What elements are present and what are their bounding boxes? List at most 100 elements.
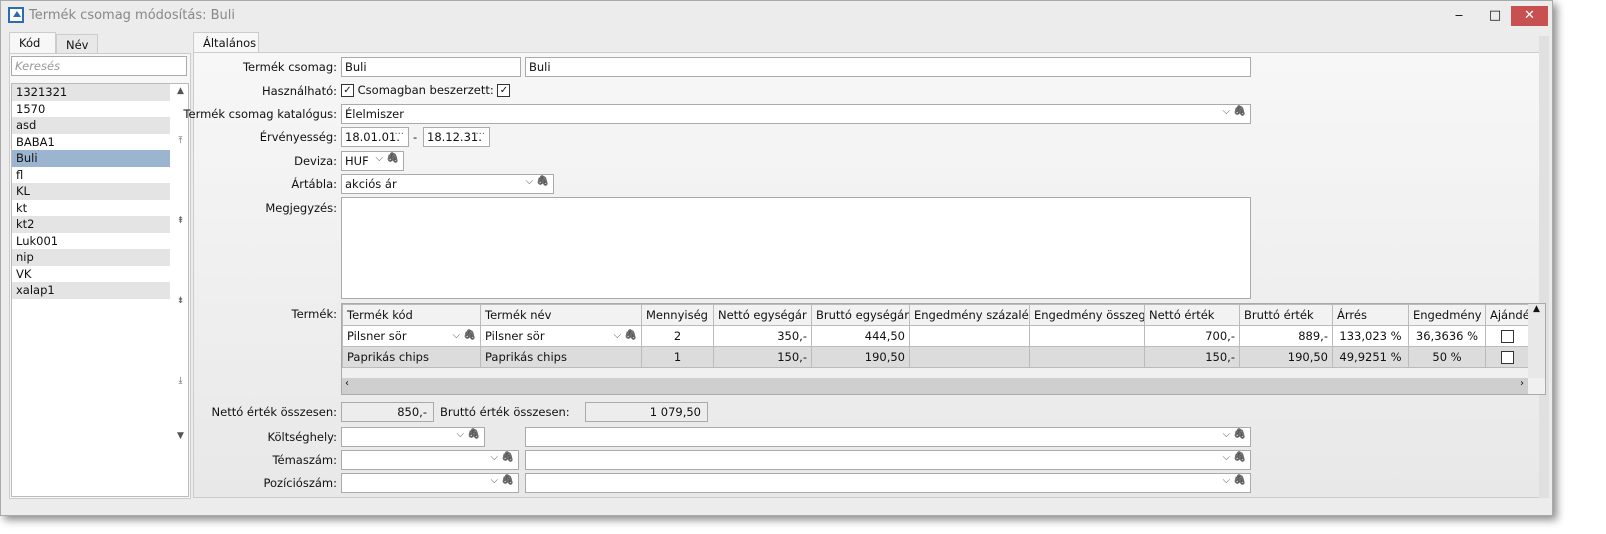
cell-code[interactable]: Pilsner sör ⌵ 🖇 [342, 325, 481, 347]
column-header[interactable]: Mennyiség [641, 304, 714, 326]
chevron-down-icon[interactable]: ⌵ 🖇 [614, 330, 637, 341]
cell-discount[interactable]: 36,3636 % [1408, 325, 1486, 347]
column-header[interactable]: Ajándék [1485, 304, 1530, 326]
cell-disc_pct[interactable] [909, 325, 1030, 347]
column-header[interactable]: Termék név [480, 304, 642, 326]
cell-gross_unit[interactable]: 444,50 [811, 325, 910, 347]
cell-gift[interactable] [1485, 346, 1530, 368]
note-textarea[interactable] [341, 197, 1251, 299]
cell-disc_amt[interactable] [1029, 346, 1145, 368]
scroll-bottom-icon[interactable]: ⇟ [172, 296, 189, 306]
gift-checkbox[interactable] [1501, 351, 1514, 364]
cell-net[interactable]: 150,- [1144, 346, 1240, 368]
chevron-down-icon[interactable]: ⌵ 🖇 [1223, 452, 1246, 463]
tab-altalanos[interactable]: Általános [193, 32, 259, 54]
cell-gross[interactable]: 190,50 [1239, 346, 1333, 368]
cell-disc_pct[interactable] [909, 346, 1030, 368]
list-item[interactable]: xalap1 [12, 282, 170, 299]
column-header[interactable]: Bruttó érték [1239, 304, 1333, 326]
cell-margin[interactable]: 133,023 % [1332, 325, 1409, 347]
cost-center-select[interactable]: ⌵ 🖇 [341, 427, 485, 447]
chevron-down-icon[interactable]: ⌵ 🖇 [1223, 106, 1246, 117]
ellipsis-icon[interactable]: ··· [394, 129, 404, 140]
list-item[interactable]: VK [12, 266, 170, 283]
cell-qty[interactable]: 2 [641, 325, 714, 347]
cell-net_unit[interactable]: 150,- [713, 346, 812, 368]
page-down-icon[interactable]: ⤓ [172, 376, 189, 386]
cell-value: 1 [673, 350, 682, 364]
chevron-down-icon[interactable]: ⌵ 🖇 [376, 153, 399, 164]
topic-select[interactable]: ⌵ 🖇 [341, 450, 519, 470]
attachment-icon: 🖇 [1233, 475, 1246, 486]
cell-name[interactable]: Paprikás chips [480, 346, 642, 368]
chevron-down-icon[interactable]: ⌵ 🖇 [491, 475, 514, 486]
panel-scrollbar[interactable] [1539, 36, 1549, 498]
grid-vscroll[interactable]: ▲ [1528, 304, 1545, 378]
cell-value: 444,50 [864, 329, 905, 343]
currency-select[interactable]: HUF ⌵ 🖇 [341, 151, 404, 171]
column-header[interactable]: Engedmény összeg [1029, 304, 1145, 326]
usable-checkbox[interactable]: ✓ [341, 84, 354, 97]
list-item[interactable]: Luk001 [12, 233, 170, 250]
tab-kod[interactable]: Kód [9, 32, 56, 54]
ellipsis-icon[interactable]: ··· [475, 129, 485, 140]
cell-gross_unit[interactable]: 190,50 [811, 346, 910, 368]
maximize-button[interactable]: □ [1477, 6, 1513, 26]
cell-gift[interactable] [1485, 325, 1530, 347]
column-header[interactable]: Bruttó egységár [811, 304, 910, 326]
cell-disc_amt[interactable] [1029, 325, 1145, 347]
table-row[interactable]: Pilsner sör ⌵ 🖇 Pilsner sör ⌵ 🖇 2 350,- 444,50… [342, 325, 1530, 347]
package-code-input[interactable]: Buli [341, 57, 521, 77]
package-name-input[interactable]: Buli [525, 57, 1251, 77]
cell-qty[interactable]: 1 [641, 346, 714, 368]
scroll-right-icon[interactable]: › [1520, 378, 1524, 389]
topic-name-select[interactable]: ⌵ 🖇 [525, 450, 1251, 470]
cell-code[interactable]: Paprikás chips [342, 346, 481, 368]
list-item[interactable]: kt2 [12, 216, 170, 233]
chevron-down-icon[interactable]: ⌵ 🖇 [457, 429, 480, 440]
cell-value: 150,- [777, 350, 807, 364]
chevron-down-icon[interactable]: ⌵ 🖇 [1223, 429, 1246, 440]
cell-net[interactable]: 700,- [1144, 325, 1240, 347]
position-name-select[interactable]: ⌵ 🖇 [525, 473, 1251, 493]
cell-gross[interactable]: 889,- [1239, 325, 1333, 347]
catalog-value: Élelmiszer [345, 107, 404, 121]
pricelist-value: akciós ár [345, 177, 397, 191]
cell-value: 700,- [1205, 329, 1235, 343]
close-button[interactable]: ✕ [1511, 6, 1548, 26]
minimize-button[interactable]: ‒ [1441, 6, 1477, 26]
cell-value: 2 [673, 329, 682, 343]
tab-nev[interactable]: Név [56, 34, 98, 53]
cell-margin[interactable]: 49,9251 % [1332, 346, 1409, 368]
column-header[interactable]: Engedmény [1408, 304, 1486, 326]
chevron-down-icon[interactable]: ⌵ 🖇 [526, 176, 549, 187]
pricelist-select[interactable]: akciós ár ⌵ 🖇 [341, 174, 554, 194]
position-select[interactable]: ⌵ 🖇 [341, 473, 519, 493]
products-grid: Termék kód Termék név Mennyiség Nettó egysé… [341, 303, 1546, 395]
table-row[interactable]: Paprikás chips Paprikás chips 1 150,- 190,50… [342, 346, 1530, 368]
chevron-down-icon[interactable]: ⌵ 🖇 [453, 330, 476, 341]
chevron-down-icon[interactable]: ⌵ 🖇 [491, 452, 514, 463]
bought-checkbox[interactable]: ✓ [497, 84, 511, 97]
column-header[interactable]: Termék kód [342, 304, 481, 326]
column-header[interactable]: Nettó egységár [713, 304, 812, 326]
column-header[interactable]: Árrés [1332, 304, 1409, 326]
cell-net_unit[interactable]: 350,- [713, 325, 812, 347]
cell-name[interactable]: Pilsner sör ⌵ 🖇 [480, 325, 642, 347]
attachment-icon: 🖇 [467, 429, 480, 440]
list-item[interactable]: nip [12, 249, 170, 266]
scroll-top-icon[interactable]: ⇞ [172, 216, 189, 226]
cell-value: 49,9251 % [1339, 350, 1402, 364]
cost-center-name-select[interactable]: ⌵ 🖇 [525, 427, 1251, 447]
gift-checkbox[interactable] [1501, 330, 1514, 343]
valid-from-input[interactable]: 18.01.01. ··· [341, 127, 409, 147]
catalog-select[interactable]: Élelmiszer ⌵ 🖇 [341, 104, 1251, 124]
column-header[interactable]: Engedmény százalék [909, 304, 1030, 326]
column-header[interactable]: Nettó érték [1144, 304, 1240, 326]
scroll-left-icon[interactable]: ‹ [345, 378, 349, 389]
cell-discount[interactable]: 50 % [1408, 346, 1486, 368]
chevron-down-icon[interactable]: ⌵ 🖇 [1223, 475, 1246, 486]
scroll-up-icon[interactable]: ▲ [1533, 304, 1540, 314]
valid-to-input[interactable]: 18.12.31. ··· [423, 127, 490, 147]
grid-hscroll[interactable]: ‹ › [342, 378, 1528, 394]
